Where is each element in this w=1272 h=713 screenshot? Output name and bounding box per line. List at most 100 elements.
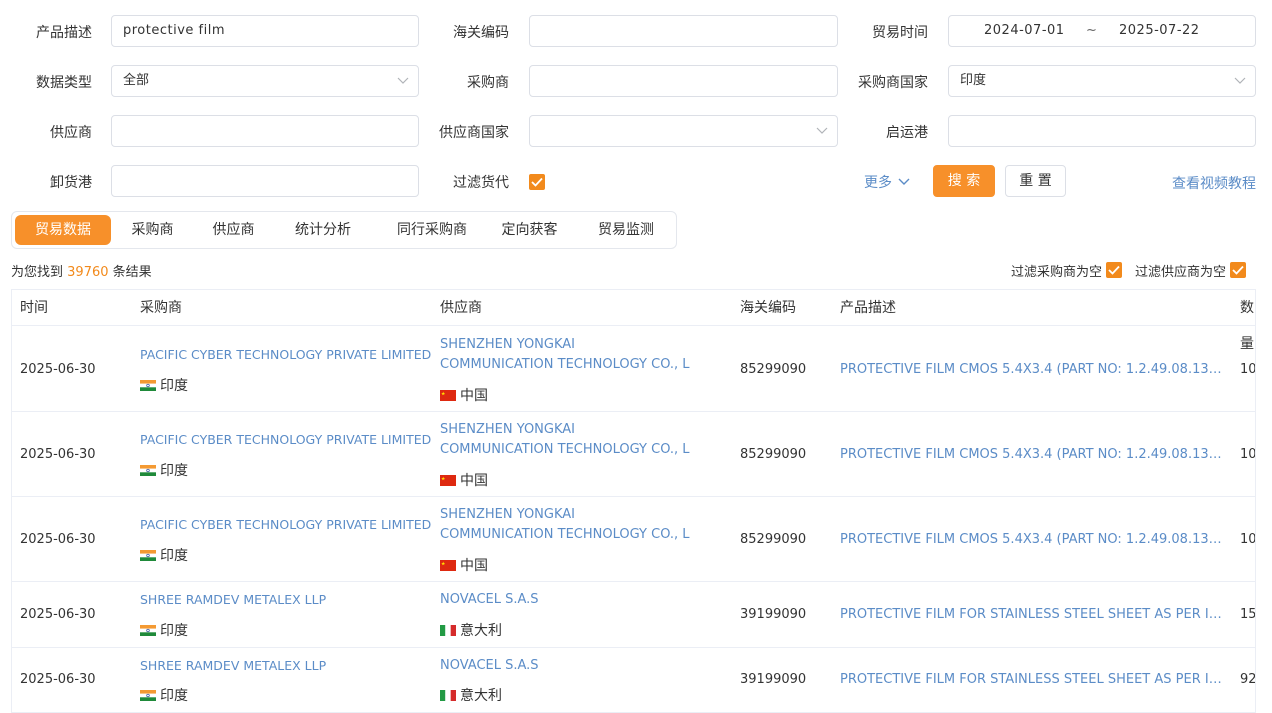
product-desc-value: protective film — [123, 23, 226, 38]
header-time: 时间 — [20, 300, 48, 316]
buyer-country-select[interactable]: 印度 — [948, 65, 1256, 97]
tab-targeted-leads[interactable]: 定向获客 — [492, 215, 567, 245]
chevron-down-icon — [1234, 77, 1246, 84]
data-type-value: 全部 — [123, 73, 150, 88]
india-flag-icon — [140, 379, 156, 391]
row-quantity: 10 — [1240, 362, 1256, 377]
table-row[interactable]: 2025-06-30 SHREE RAMDEV METALEX LLP 印度 N… — [12, 648, 1255, 712]
date-separator: ~ — [1086, 23, 1097, 38]
chevron-down-icon — [397, 77, 409, 84]
reset-button[interactable]: 重 置 — [1005, 165, 1066, 197]
video-tutorial-link[interactable]: 查看视频教程 — [1172, 173, 1256, 193]
date-end: 2025-07-22 — [1119, 23, 1200, 38]
table-row[interactable]: 2025-06-30 PACIFIC CYBER TECHNOLOGY PRIV… — [12, 497, 1256, 582]
hs-code-input[interactable] — [529, 15, 838, 47]
filter-forwarder-checkbox[interactable] — [529, 174, 545, 190]
chevron-down-icon — [898, 178, 910, 185]
data-type-select[interactable]: 全部 — [111, 65, 419, 97]
row-supplier-link[interactable]: NOVACEL S.A.S — [440, 592, 539, 607]
china-flag-icon — [440, 559, 456, 571]
row-time: 2025-06-30 — [20, 672, 96, 687]
header-supplier: 供应商 — [440, 300, 482, 316]
row-supplier-country: 中国 — [440, 470, 488, 490]
india-flag-icon — [140, 624, 156, 636]
row-buyer-link[interactable]: PACIFIC CYBER TECHNOLOGY PRIVATE LIMITED — [140, 432, 431, 447]
italy-flag-icon — [440, 689, 456, 701]
row-buyer-link[interactable]: PACIFIC CYBER TECHNOLOGY PRIVATE LIMITED — [140, 347, 431, 362]
trade-date-range[interactable]: 2024-07-01 ~ 2025-07-22 — [948, 15, 1256, 47]
row-hs-code: 85299090 — [740, 447, 807, 462]
row-supplier-link[interactable]: SHENZHEN YONGKAI COMMUNICATION TECHNOLOG… — [440, 420, 690, 460]
tab-peer-buyers[interactable]: 同行采购商 — [382, 215, 482, 245]
buyer-country-name: 印度 — [160, 623, 188, 639]
discharge-port-label: 卸货港 — [50, 175, 92, 191]
buyer-country-name: 印度 — [160, 548, 188, 564]
row-time: 2025-06-30 — [20, 607, 96, 622]
check-icon — [1232, 265, 1244, 275]
discharge-port-input[interactable] — [111, 165, 419, 197]
table-row[interactable]: 2025-06-30 SHREE RAMDEV METALEX LLP 印度 N… — [12, 582, 1256, 648]
italy-flag-icon — [440, 624, 456, 636]
india-flag-icon — [140, 689, 156, 701]
row-time: 2025-06-30 — [20, 362, 96, 377]
supplier-country-label: 供应商国家 — [439, 125, 509, 141]
china-flag-icon — [440, 389, 456, 401]
buyer-country-name: 印度 — [160, 463, 188, 479]
row-product-desc-link[interactable]: PROTECTIVE FILM CMOS 5.4X3.4 (PART NO: 1… — [840, 447, 1225, 462]
header-product-desc: 产品描述 — [840, 300, 896, 316]
header-buyer: 采购商 — [140, 300, 182, 316]
departure-port-label: 启运港 — [886, 125, 928, 141]
row-product-desc-link[interactable]: PROTECTIVE FILM CMOS 5.4X3.4 (PART NO: 1… — [840, 362, 1225, 377]
buyer-label: 采购商 — [467, 75, 509, 91]
row-hs-code: 39199090 — [740, 672, 807, 687]
china-flag-icon — [440, 474, 456, 486]
table-row[interactable]: 2025-06-30 PACIFIC CYBER TECHNOLOGY PRIV… — [12, 412, 1255, 497]
header-hs-code: 海关编码 — [740, 300, 796, 316]
row-supplier-link[interactable]: SHENZHEN YONGKAI COMMUNICATION TECHNOLOG… — [440, 335, 690, 375]
supplier-country-select[interactable] — [529, 115, 838, 147]
row-supplier-link[interactable]: NOVACEL S.A.S — [440, 658, 539, 673]
hs-code-label: 海关编码 — [453, 25, 509, 41]
supplier-country-name: 意大利 — [460, 623, 502, 639]
row-buyer-link[interactable]: SHREE RAMDEV METALEX LLP — [140, 658, 326, 673]
filter-forwarder-label: 过滤货代 — [453, 175, 509, 191]
row-supplier-link[interactable]: SHENZHEN YONGKAI COMMUNICATION TECHNOLOG… — [440, 505, 690, 545]
table-header: 时间 采购商 供应商 海关编码 产品描述 数量 — [12, 290, 1255, 352]
filter-supplier-empty-label: 过滤供应商为空 — [1135, 265, 1227, 280]
row-buyer-link[interactable]: SHREE RAMDEV METALEX LLP — [140, 592, 326, 607]
row-buyer-country: 印度 — [140, 460, 188, 480]
row-time: 2025-06-30 — [20, 447, 96, 462]
chevron-down-icon — [816, 127, 828, 134]
row-quantity: 15 — [1240, 607, 1256, 622]
row-hs-code: 85299090 — [740, 362, 807, 377]
india-flag-icon — [140, 464, 156, 476]
table-row[interactable]: 2025-06-30 PACIFIC CYBER TECHNOLOGY PRIV… — [12, 327, 1256, 412]
row-product-desc-link[interactable]: PROTECTIVE FILM FOR STAINLESS STEEL SHEE… — [840, 672, 1225, 687]
row-product-desc-link[interactable]: PROTECTIVE FILM CMOS 5.4X3.4 (PART NO: 1… — [840, 532, 1225, 547]
buyer-country-name: 印度 — [160, 378, 188, 394]
row-buyer-country: 印度 — [140, 620, 188, 640]
filter-buyer-empty-checkbox[interactable] — [1106, 262, 1122, 278]
supplier-input[interactable] — [111, 115, 419, 147]
result-number: 39760 — [67, 265, 109, 280]
search-button[interactable]: 搜 索 — [933, 165, 995, 197]
row-quantity: 10 — [1240, 532, 1256, 547]
product-desc-label: 产品描述 — [36, 25, 92, 41]
tab-trade-data[interactable]: 贸易数据 — [15, 215, 111, 245]
tab-suppliers[interactable]: 供应商 — [196, 215, 271, 245]
filter-supplier-empty-checkbox[interactable] — [1230, 262, 1246, 278]
supplier-country-name: 意大利 — [460, 688, 502, 704]
departure-port-input[interactable] — [948, 115, 1256, 147]
row-supplier-country: 中国 — [440, 385, 488, 405]
more-filters-toggle[interactable]: 更多 — [864, 172, 910, 192]
result-prefix: 为您找到 — [11, 265, 64, 280]
row-buyer-link[interactable]: PACIFIC CYBER TECHNOLOGY PRIVATE LIMITED — [140, 517, 431, 532]
row-buyer-country: 印度 — [140, 375, 188, 395]
data-type-label: 数据类型 — [36, 75, 92, 91]
buyer-input[interactable] — [529, 65, 838, 97]
product-desc-input[interactable]: protective film — [111, 15, 419, 47]
tab-statistics[interactable]: 统计分析 — [280, 215, 366, 245]
tab-buyers[interactable]: 采购商 — [115, 215, 190, 245]
tab-trade-monitor[interactable]: 贸易监测 — [587, 215, 665, 245]
row-product-desc-link[interactable]: PROTECTIVE FILM FOR STAINLESS STEEL SHEE… — [840, 607, 1225, 622]
